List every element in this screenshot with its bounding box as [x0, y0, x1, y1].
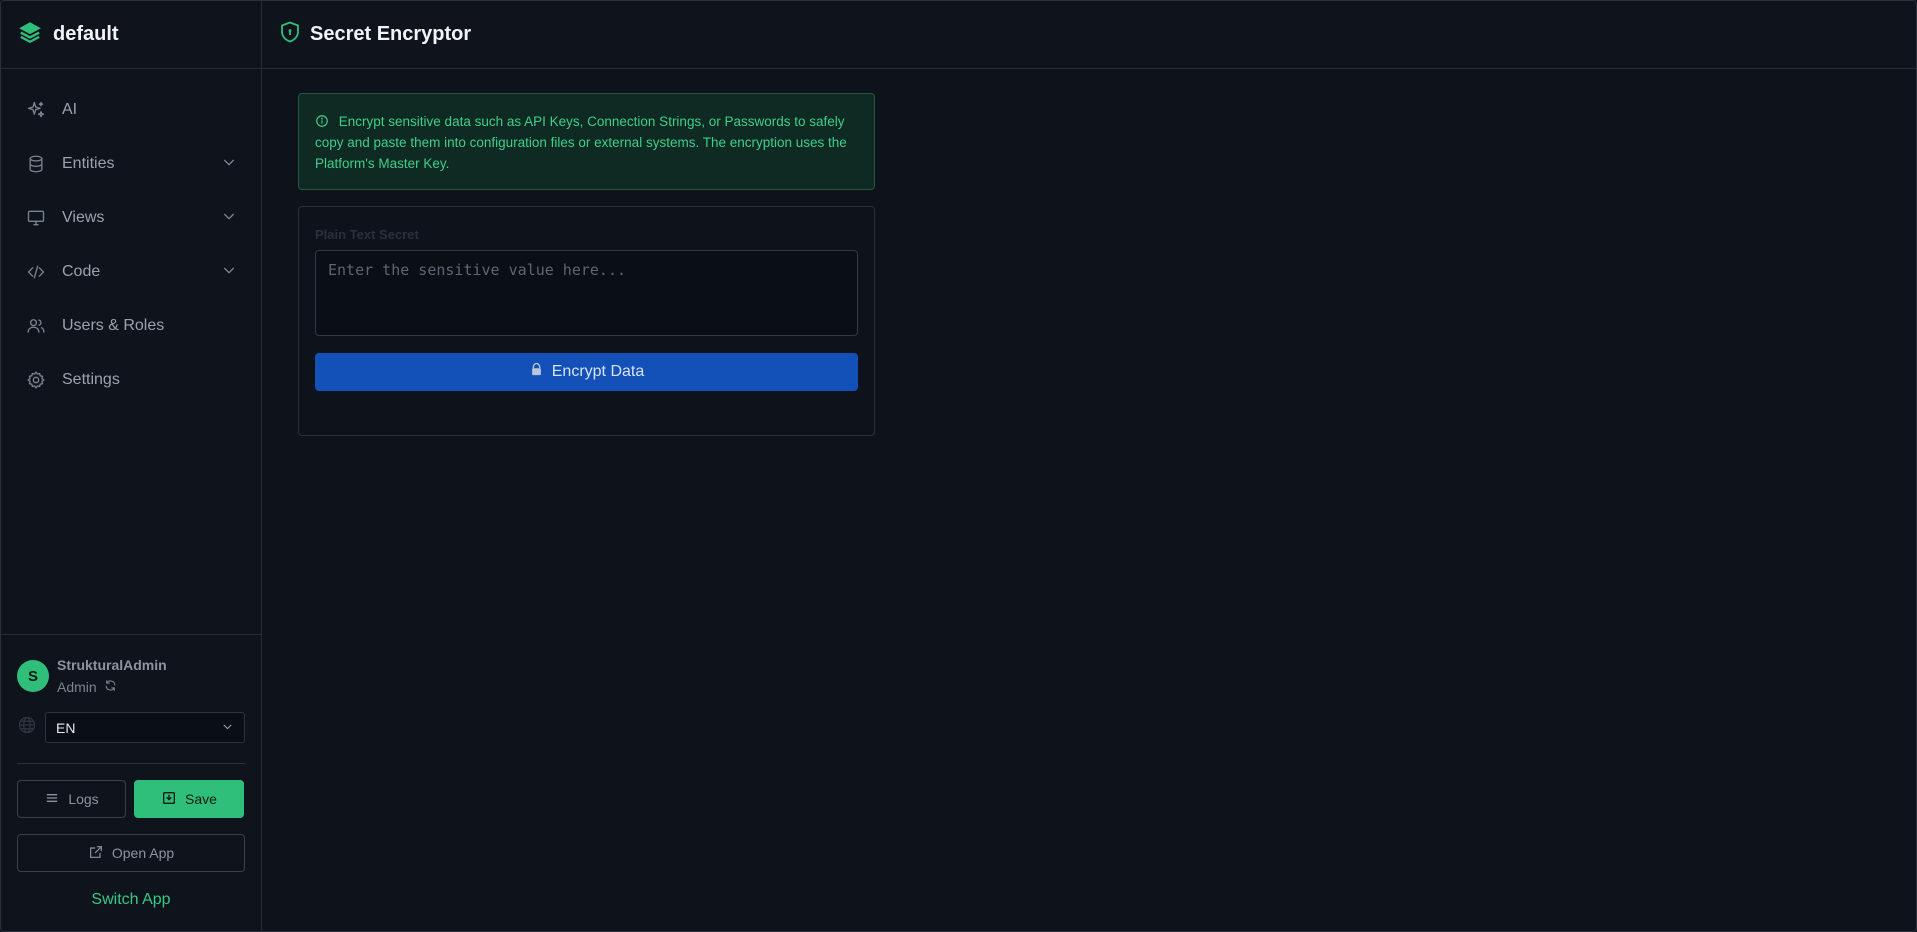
- sidebar-item-label: Views: [62, 209, 105, 226]
- encrypt-form-card: Plain Text Secret Encrypt Data: [298, 206, 875, 436]
- brand[interactable]: default: [1, 1, 261, 69]
- sidebar-item-label: AI: [62, 101, 78, 118]
- page-title: Secret Encryptor: [310, 23, 472, 45]
- action-buttons: Logs Save: [17, 780, 245, 818]
- switch-app-link[interactable]: Switch App: [17, 891, 245, 909]
- globe-icon: [17, 715, 37, 740]
- main-area: Secret Encryptor Encrypt sensitive data …: [262, 1, 1916, 931]
- user-role: Admin: [57, 679, 97, 695]
- brand-name: default: [53, 23, 119, 45]
- gear-icon: [25, 369, 47, 391]
- sidebar-item-ai[interactable]: AI: [1, 83, 261, 137]
- avatar: S: [17, 660, 49, 692]
- sidebar-item-label: Users & Roles: [62, 317, 165, 334]
- language-row: EN: [17, 712, 245, 743]
- encrypt-button[interactable]: Encrypt Data: [315, 353, 858, 391]
- language-value: EN: [56, 719, 76, 736]
- list-icon: [44, 790, 68, 809]
- logs-label: Logs: [68, 791, 99, 807]
- database-icon: [25, 153, 47, 175]
- divider: [17, 763, 245, 764]
- info-icon: [315, 114, 339, 129]
- sidebar-item-label: Code: [62, 263, 101, 280]
- code-icon: [25, 261, 47, 283]
- save-icon: [161, 790, 185, 809]
- user-profile[interactable]: S StrukturalAdmin Admin: [17, 655, 245, 697]
- content: Encrypt sensitive data such as API Keys,…: [262, 69, 1916, 436]
- monitor-icon: [25, 207, 47, 229]
- sidebar-item-settings[interactable]: Settings: [1, 353, 261, 407]
- sidebar-footer: S StrukturalAdmin Admin EN Logs Save Ope…: [1, 634, 261, 931]
- users-icon: [25, 315, 47, 337]
- page-header: Secret Encryptor: [262, 1, 1916, 69]
- sidebar: default AI Entities Views Code Users & R…: [1, 1, 262, 931]
- sidebar-item-code[interactable]: Code: [1, 245, 261, 299]
- user-name: StrukturalAdmin: [57, 657, 167, 673]
- open-app-label: Open App: [111, 845, 175, 861]
- user-info: StrukturalAdmin Admin: [57, 657, 167, 695]
- refresh-icon[interactable]: [97, 679, 117, 695]
- shield-icon: [278, 20, 302, 49]
- language-select[interactable]: EN: [45, 712, 245, 743]
- save-button[interactable]: Save: [134, 780, 244, 818]
- save-label: Save: [185, 791, 217, 807]
- sparkles-icon: [25, 99, 47, 121]
- open-app-button[interactable]: Open App: [17, 834, 245, 872]
- lock-icon: [529, 362, 552, 382]
- sidebar-item-entities[interactable]: Entities: [1, 137, 261, 191]
- info-alert: Encrypt sensitive data such as API Keys,…: [298, 93, 875, 190]
- external-link-icon: [88, 844, 112, 863]
- logs-button[interactable]: Logs: [17, 780, 126, 818]
- chevron-down-icon: [221, 720, 234, 736]
- layers-icon: [17, 19, 43, 50]
- sidebar-item-users-roles[interactable]: Users & Roles: [1, 299, 261, 353]
- user-role-row: Admin: [57, 679, 167, 695]
- encrypt-button-label: Encrypt Data: [551, 363, 645, 380]
- chevron-down-icon: [221, 154, 237, 175]
- chevron-down-icon: [221, 208, 237, 229]
- chevron-down-icon: [221, 262, 237, 283]
- info-text: Encrypt sensitive data such as API Keys,…: [315, 114, 847, 171]
- sidebar-item-views[interactable]: Views: [1, 191, 261, 245]
- sidebar-item-label: Entities: [62, 155, 115, 172]
- secret-input[interactable]: [315, 250, 858, 336]
- field-label: Plain Text Secret: [315, 227, 419, 242]
- sidebar-item-label: Settings: [62, 371, 120, 388]
- sidebar-nav: AI Entities Views Code Users & Roles Set…: [1, 69, 261, 407]
- app-window: default AI Entities Views Code Users & R…: [0, 0, 1917, 932]
